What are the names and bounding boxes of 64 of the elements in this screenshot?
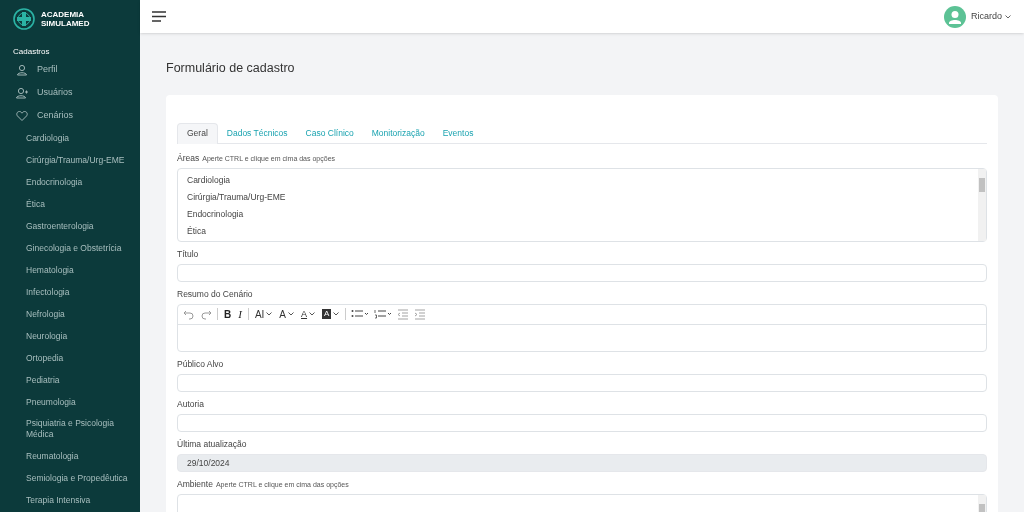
sidebar-item[interactable]: Perfil [37,62,58,77]
field-label: Ambiente [177,478,213,490]
sidebar-subitem[interactable]: Terapia Intensiva [26,494,91,506]
sidebar-subitem[interactable]: Semiologia e Propedêutica [26,472,128,484]
caret-icon [309,312,316,317]
sidebar-subitem[interactable]: Neurologia [26,330,68,342]
undo-icon[interactable] [183,308,195,321]
sidebar-section-title: Cadastros [13,47,50,56]
sidebar-subitem[interactable]: Gastroenterologia [26,220,94,232]
user-icon [16,63,28,76]
sidebar-subitem[interactable]: Reumatologia [26,450,79,462]
sidebar-subitem[interactable]: Nefrologia [26,308,65,320]
text-field[interactable] [177,413,987,432]
sidebar-subitem[interactable]: Psiquiatria e Psicologia Médica [26,418,132,440]
outdent-icon[interactable] [397,308,410,321]
caret-icon [333,312,340,317]
listbox-option[interactable]: Endocrinologia [187,207,244,221]
field-label: Público Alvo [177,358,224,370]
brand-name: SIMULAMED [41,19,90,28]
listbox-option[interactable]: Ética [187,224,206,238]
user-menu[interactable]: Ricardo [971,9,1011,24]
listbox-option[interactable]: Cirúrgia/Trauma/Urg-EME [187,190,286,204]
field-label: Áreas [177,152,200,164]
heart-icon [16,109,28,122]
sidebar-subitem[interactable]: Endocrinologia [26,176,83,188]
field-label: Resumo do Cenário [177,288,253,300]
sidebar-subitem[interactable]: Ética [26,198,45,210]
sidebar-item[interactable]: Usuários [37,85,73,100]
text-field[interactable] [177,263,987,282]
caret-icon [1005,14,1011,19]
sidebar-subitem[interactable]: Cardiologia [26,132,69,144]
scrollbar[interactable] [978,168,986,241]
sidebar-subitem[interactable]: Pneumologia [26,396,76,408]
sidebar-item[interactable]: Cenários [37,108,74,123]
indent-icon[interactable] [414,308,427,321]
sidebar-subitem[interactable]: Infectologia [26,286,70,298]
sidebar-subitem[interactable]: Hematologia [26,264,74,276]
avatar-icon [944,5,966,28]
tab[interactable]: Geral [177,122,218,144]
sidebar-subitem[interactable]: Ginecologia e Obstetrícia [26,242,122,254]
rich-text-editor[interactable]: B I AI A A A [177,303,987,352]
font-size-button[interactable]: AI [253,306,274,322]
sidebar-subitem[interactable]: Ortopedia [26,352,64,364]
listbox-option[interactable]: Cardiologia [187,173,230,187]
field-label: Título [177,248,199,260]
page-title: Formulário de cadastro [166,60,296,77]
brand-name: ACADEMIA [41,10,86,19]
field-label: Última atualização [177,438,247,450]
font-color-button[interactable]: A [300,307,317,321]
italic-button[interactable]: I [237,306,243,323]
superscript-button[interactable]: A [278,306,296,322]
sidebar-subitem[interactable]: Pediatria [26,374,60,386]
text-field[interactable] [177,373,987,392]
field-label: Autoria [177,398,204,410]
numbered-list-icon[interactable] [374,308,393,321]
logo-icon [13,8,35,30]
caret-icon [288,312,295,317]
menu-icon[interactable] [152,11,166,22]
sidebar-subitem[interactable]: Cirúrgia/Trauma/Urg-EME [26,154,125,166]
caret-icon [266,312,273,317]
user-plus-icon [16,86,28,99]
multi-select-list[interactable]: Cardiologia Cirúrgia/Trauma/Urg-EME Endocrinologia Ética [177,167,987,242]
bold-button[interactable]: B [223,306,233,322]
redo-icon[interactable] [200,308,212,321]
